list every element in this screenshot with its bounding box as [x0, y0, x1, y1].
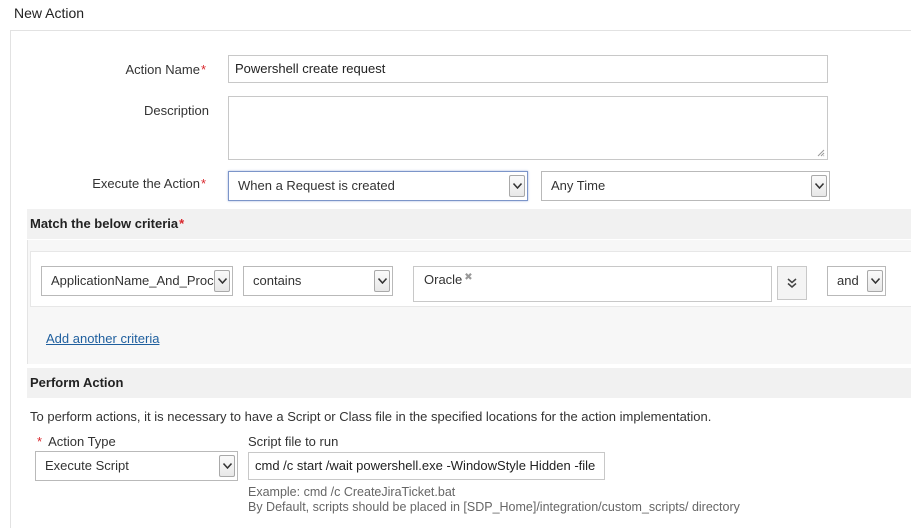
criteria-conjunction-select[interactable]: and: [827, 266, 886, 296]
action-name-input[interactable]: Powershell create request: [228, 55, 828, 83]
close-icon[interactable]: ✖: [464, 272, 472, 283]
add-criteria-link[interactable]: Add another criteria: [46, 331, 159, 346]
action-name-label: Action Name*: [125, 62, 206, 77]
chevron-down-icon[interactable]: [867, 270, 883, 292]
criteria-value-input[interactable]: Oracle ✖: [413, 266, 772, 302]
criteria-field-value: ApplicationName_And_Proc: [51, 273, 214, 288]
chevron-down-icon[interactable]: [219, 455, 235, 477]
chevron-down-icon[interactable]: [811, 175, 827, 197]
page-title: New Action: [14, 5, 85, 21]
perform-info-text: To perform actions, it is necessary to h…: [30, 409, 712, 424]
criteria-field-select[interactable]: ApplicationName_And_Proc: [41, 266, 233, 296]
description-label: Description: [143, 103, 209, 118]
action-type-value: Execute Script: [45, 458, 129, 473]
description-textarea[interactable]: [228, 96, 828, 160]
chevron-down-icon[interactable]: [509, 175, 525, 197]
script-example-text: Example: cmd /c CreateJiraTicket.bat: [248, 485, 456, 499]
execute-trigger-value: When a Request is created: [238, 178, 395, 193]
double-chevron-down-icon: [787, 278, 797, 288]
execute-time-select[interactable]: Any Time: [541, 171, 830, 201]
perform-action-header: Perform Action: [27, 368, 911, 398]
execute-time-value: Any Time: [551, 178, 606, 193]
action-type-label: * Action Type: [37, 434, 116, 449]
execute-action-label: Execute the Action*: [92, 176, 206, 191]
chevron-down-icon[interactable]: [214, 270, 230, 292]
criteria-operator-select[interactable]: contains: [243, 266, 393, 296]
script-default-note: By Default, scripts should be placed in …: [248, 500, 740, 514]
expand-values-button[interactable]: [777, 266, 807, 300]
criteria-operator-value: contains: [253, 273, 302, 288]
resize-handle-icon[interactable]: [817, 149, 825, 157]
value-chip: Oracle ✖: [424, 272, 473, 287]
criteria-section-header: Match the below criteria*: [27, 209, 911, 239]
script-file-input[interactable]: cmd /c start /wait powershell.exe -Windo…: [248, 452, 605, 480]
criteria-conjunction-value: and: [837, 273, 859, 288]
action-type-select[interactable]: Execute Script: [35, 451, 238, 481]
execute-trigger-select[interactable]: When a Request is created: [228, 171, 528, 201]
chevron-down-icon[interactable]: [374, 270, 390, 292]
script-file-label: Script file to run: [248, 434, 339, 449]
